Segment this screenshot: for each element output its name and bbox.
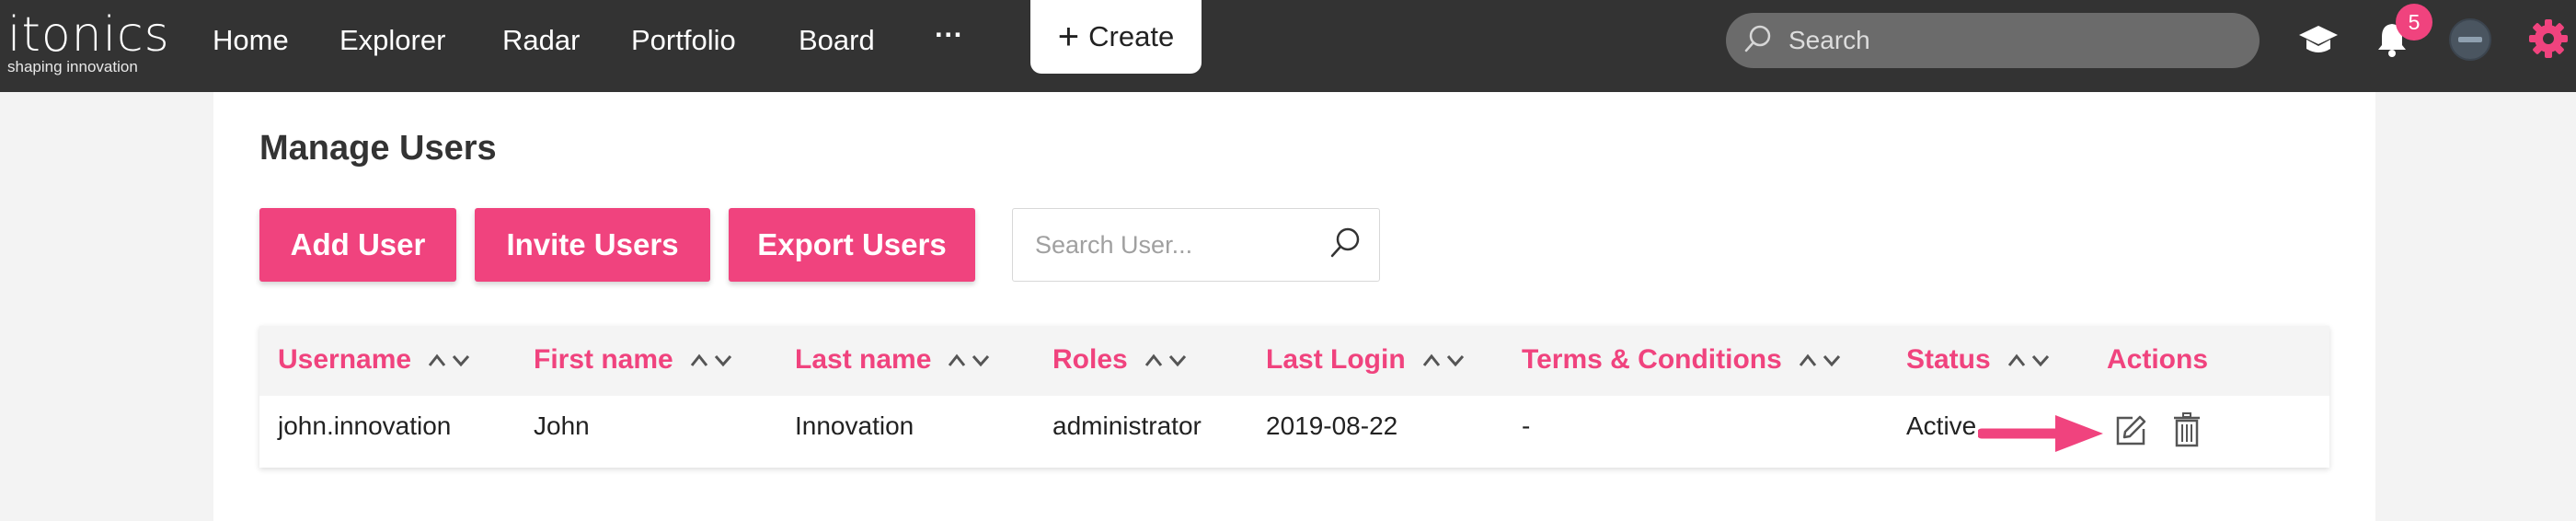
sort-icon[interactable] (1799, 351, 1843, 369)
column-header-first-name[interactable]: First name (534, 344, 734, 376)
cell-terms: - (1522, 411, 1531, 440)
cell-status: Active (1906, 411, 1977, 440)
global-search-input[interactable] (1788, 26, 2230, 55)
column-header-status[interactable]: Status (1906, 344, 2052, 376)
search-icon (1742, 23, 1774, 59)
nav-radar[interactable]: Radar (502, 22, 580, 59)
sort-icon[interactable] (690, 351, 734, 369)
nav-more[interactable]: ··· (935, 17, 963, 53)
cell-username: john.innovation (278, 411, 452, 440)
edit-icon[interactable] (2114, 414, 2147, 452)
gear-icon[interactable] (2526, 17, 2570, 61)
column-label: Last Login (1266, 344, 1406, 375)
user-search-input[interactable] (1035, 230, 1320, 260)
cell-last-name: Innovation (795, 411, 914, 440)
column-label: Username (278, 344, 412, 375)
create-button[interactable]: + Create (1030, 0, 1202, 74)
column-header-username[interactable]: Username (278, 344, 472, 376)
plus-icon: + (1057, 17, 1080, 57)
column-label: Roles (1052, 344, 1128, 375)
nav-board[interactable]: Board (799, 22, 875, 59)
nav-explorer[interactable]: Explorer (339, 22, 445, 59)
sort-icon[interactable] (1144, 351, 1189, 369)
page-title: Manage Users (259, 129, 497, 168)
add-user-button[interactable]: Add User (259, 208, 456, 282)
sort-icon[interactable] (428, 351, 472, 369)
search-icon[interactable] (1328, 226, 1363, 265)
trash-icon[interactable] (2173, 412, 2201, 452)
global-search[interactable] (1726, 13, 2260, 68)
column-header-roles[interactable]: Roles (1052, 344, 1189, 376)
create-label: Create (1088, 20, 1175, 52)
column-label: Terms & Conditions (1522, 344, 1782, 375)
cell-first-name: John (534, 411, 590, 440)
invite-users-button[interactable]: Invite Users (475, 208, 710, 282)
nav-portfolio[interactable]: Portfolio (631, 22, 736, 59)
notification-count-badge: 5 (2396, 4, 2432, 41)
graduation-cap-icon[interactable] (2296, 20, 2340, 61)
sort-icon[interactable] (1422, 351, 1466, 369)
user-search[interactable] (1012, 208, 1380, 282)
column-header-actions: Actions (2107, 344, 2208, 376)
column-header-last-login[interactable]: Last Login (1266, 344, 1466, 376)
avatar[interactable] (2449, 18, 2491, 61)
cell-last-login: 2019-08-22 (1266, 411, 1398, 440)
nav-home[interactable]: Home (213, 22, 289, 59)
cell-role: administrator (1052, 411, 1202, 440)
column-label: Last name (795, 344, 932, 375)
column-label: First name (534, 344, 673, 375)
column-label: Status (1906, 344, 1991, 375)
column-header-last-name[interactable]: Last name (795, 344, 992, 376)
logo-wordmark: itonics (7, 7, 170, 63)
top-navigation-bar: itonics shaping innovation Home Explorer… (0, 0, 2576, 92)
export-users-button[interactable]: Export Users (729, 208, 975, 282)
column-label: Actions (2107, 344, 2209, 375)
sort-icon[interactable] (948, 351, 992, 369)
table-header: Username First name Last name Roles Last… (259, 326, 2329, 396)
sort-icon[interactable] (2007, 351, 2052, 369)
arrow-annotation (1976, 411, 2107, 461)
column-header-terms[interactable]: Terms & Conditions (1522, 344, 1843, 376)
itonics-logo[interactable]: itonics shaping innovation (7, 11, 170, 75)
